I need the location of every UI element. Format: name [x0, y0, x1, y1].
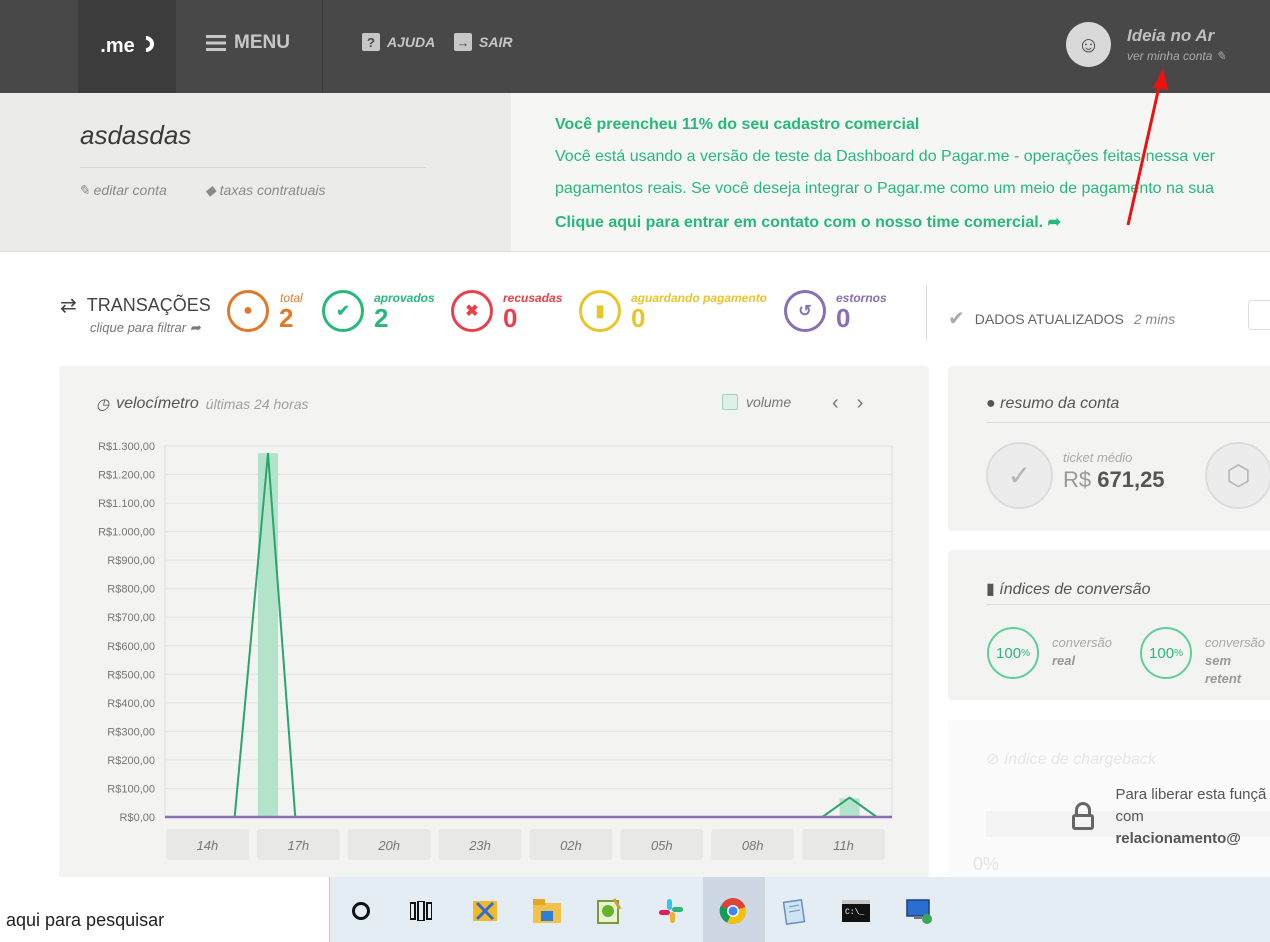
conversion-real-value: 100	[996, 644, 1022, 662]
volume-checkbox[interactable]	[722, 394, 738, 410]
ticket-check-icon: ✓	[986, 442, 1053, 509]
x-tick-label: 02h	[560, 838, 582, 853]
y-tick-label: R$1.100,00	[98, 498, 155, 510]
x-tick-label: 08h	[742, 838, 764, 853]
refresh-button[interactable]	[1248, 300, 1270, 330]
svg-text:C:\_: C:\_	[845, 908, 864, 917]
y-tick-label: R$1.200,00	[98, 470, 155, 482]
notepad-icon[interactable]	[778, 895, 810, 927]
clock-icon: ◷	[96, 396, 110, 413]
x-tick-label: 14h	[197, 838, 219, 853]
volume-toggle[interactable]: volume	[722, 394, 791, 410]
y-tick-label: R$1.300,00	[98, 441, 155, 453]
command-prompt-icon[interactable]: C:\_	[840, 895, 872, 927]
chargeback-label: índice de chargeback	[1003, 751, 1156, 768]
y-tick-label: R$300,00	[107, 726, 155, 738]
y-tick-label: R$500,00	[107, 669, 155, 681]
filter-hint[interactable]: clique para filtrar ➦	[90, 320, 201, 336]
conversion-real-label: conversão real	[1052, 634, 1112, 670]
y-tick-label: R$1.000,00	[98, 527, 155, 539]
chart-pagination: ‹ ›	[832, 392, 863, 415]
conversion-title: ▮ índices de conversão	[986, 579, 1150, 599]
taskbar-search-placeholder: aqui para pesquisar	[6, 910, 165, 930]
x-tick-label: 20h	[377, 838, 400, 853]
stat-refunds-value: 0	[836, 303, 851, 333]
volume-label: volume	[746, 394, 792, 410]
slack-icon[interactable]	[655, 895, 687, 927]
x-tick-label: 23h	[468, 838, 491, 853]
average-ticket-value: 671,25	[1097, 467, 1165, 492]
y-tick-label: R$600,00	[107, 641, 155, 653]
data-updated-status: ✔ DADOS ATUALIZADOS 2 mins	[948, 306, 1175, 331]
y-tick-label: R$100,00	[107, 783, 155, 795]
data-updated-time: 2 mins	[1133, 310, 1176, 327]
conversion-label: índices de conversão	[999, 581, 1151, 598]
volume-bar	[257, 453, 278, 817]
lock-notice-line1: Para liberar esta funçã	[1115, 786, 1267, 803]
x-tick-label: 05h	[651, 838, 673, 853]
red-annotation-arrow	[1126, 68, 1168, 226]
conversion-real-caption: conversão	[1052, 635, 1112, 650]
share-arrow-icon: ➦	[189, 320, 201, 335]
x-tick-label: 11h	[833, 838, 854, 853]
percent-unit: %	[1021, 647, 1030, 659]
lock-icon	[1070, 802, 1095, 832]
conversion-divider	[986, 604, 1270, 605]
chrome-icon[interactable]	[717, 895, 749, 927]
average-ticket-label: ticket médio	[1063, 450, 1133, 465]
y-tick-label: R$400,00	[107, 698, 155, 710]
speedometer-chart: R$1.300,00 R$1.200,00 R$1.100,00 R$1.000,00…	[98, 441, 893, 860]
y-tick-label: R$200,00	[107, 755, 155, 767]
speedometer-title: ◷ velocímetro últimas 24 horas	[96, 395, 309, 413]
chevron-right-icon[interactable]: ›	[857, 392, 864, 415]
lock-notice-prefix: com	[1115, 808, 1144, 825]
account-summary-label: resumo da conta	[1000, 395, 1120, 412]
chevron-left-icon[interactable]: ‹	[832, 392, 839, 415]
average-ticket: ticket médio R$ 671,25	[1063, 450, 1165, 493]
y-tick-label: R$700,00	[107, 612, 155, 624]
filter-hint-label: clique para filtrar	[90, 320, 187, 335]
stat-refused-value: 0	[503, 303, 518, 333]
stat-total-value: 2	[279, 303, 294, 333]
y-tick-label: R$800,00	[107, 584, 155, 596]
conversion-real-gauge: 100%	[987, 627, 1039, 679]
cortana-circle-icon[interactable]	[345, 895, 377, 927]
y-tick-label: R$0,00	[120, 812, 155, 824]
chargeback-title: ⊘ índice de chargeback	[986, 749, 1156, 769]
conversion-no-retention-caption: conversão	[1205, 635, 1265, 650]
bar-chart-icon: ▮	[986, 581, 995, 598]
account-summary-title: ● resumo da conta	[986, 395, 1119, 413]
remote-desktop-icon[interactable]	[903, 895, 935, 927]
file-explorer-icon[interactable]	[531, 895, 563, 927]
speedometer-label: velocímetro	[116, 395, 199, 412]
conversion-no-retention-label: conversão sem retent	[1205, 634, 1270, 688]
y-tick-label: R$900,00	[107, 555, 155, 567]
ban-icon: ⊘	[986, 751, 1000, 768]
summary-divider	[986, 422, 1270, 423]
notepad-plus-icon[interactable]	[593, 895, 625, 927]
stat-waiting-value: 0	[631, 303, 646, 333]
stat-approved-value: 2	[374, 303, 389, 333]
conversion-no-retention-sub: sem retent	[1205, 653, 1242, 686]
conversion-no-retention-value: 100	[1149, 644, 1175, 662]
conversion-real-sub: real	[1052, 653, 1076, 668]
task-view-icon[interactable]	[405, 895, 437, 927]
checkmark-icon: ✔	[948, 308, 965, 330]
locked-feature-notice: Para liberar esta funçã com relacionamen…	[1070, 784, 1270, 850]
globe-icon: ●	[986, 395, 996, 412]
speedometer-period: últimas 24 horas	[205, 396, 309, 412]
conversion-no-retention-gauge: 100%	[1140, 627, 1192, 679]
box-icon: ⬡	[1205, 442, 1270, 509]
data-updated-label: DADOS ATUALIZADOS	[974, 310, 1124, 327]
taskbar-search-input[interactable]: aqui para pesquisar	[0, 877, 330, 942]
volume-bar	[839, 798, 860, 817]
currency-symbol: R$	[1063, 467, 1092, 492]
percent-unit: %	[1174, 647, 1183, 659]
windows-taskbar: aqui para pesquisar C:\_	[0, 877, 1270, 942]
chargeback-value: 0%	[973, 854, 1000, 874]
relationship-email-link[interactable]: relacionamento@	[1115, 830, 1241, 847]
x-tick-label: 17h	[287, 838, 309, 853]
dev-tools-app-icon[interactable]	[469, 895, 501, 927]
